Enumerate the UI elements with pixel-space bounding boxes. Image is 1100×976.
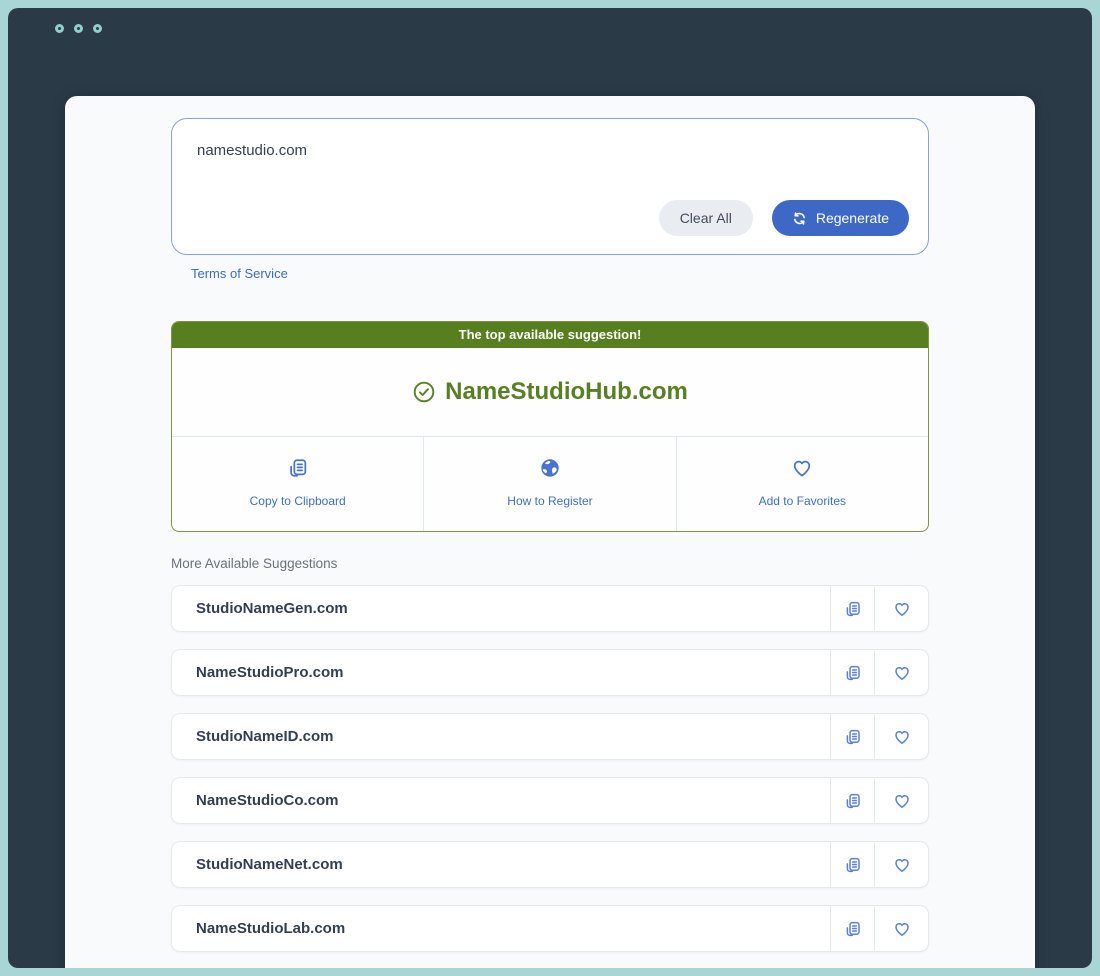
row-favorite-button[interactable] [874, 778, 928, 823]
add-to-favorites-label: Add to Favorites [677, 494, 928, 508]
how-to-register-label: How to Register [424, 494, 675, 508]
copy-icon [287, 457, 309, 479]
suggestion-row: StudioNameID.com [171, 713, 929, 760]
terms-of-service-link[interactable]: Terms of Service [191, 266, 288, 281]
window-dot-icon[interactable] [93, 24, 102, 33]
row-copy-button[interactable] [830, 778, 874, 823]
add-to-favorites-button[interactable]: Add to Favorites [676, 437, 928, 531]
heart-icon [893, 792, 911, 810]
main-card: namestudio.com Clear All Regenerat [65, 96, 1035, 968]
suggestion-row: NameStudioPro.com [171, 649, 929, 696]
regenerate-label: Regenerate [816, 210, 889, 226]
copy-to-clipboard-button[interactable]: Copy to Clipboard [172, 437, 423, 531]
top-suggestion-actions: Copy to Clipboard How to Register [172, 436, 928, 531]
heart-icon [893, 920, 911, 938]
row-favorite-button[interactable] [874, 586, 928, 631]
domain-input-box[interactable]: namestudio.com Clear All Regenerat [171, 118, 929, 255]
copy-icon [844, 920, 862, 938]
copy-to-clipboard-label: Copy to Clipboard [172, 494, 423, 508]
globe-icon [539, 457, 561, 479]
row-favorite-button[interactable] [874, 906, 928, 951]
top-suggestion-domain-text: NameStudioHub.com [445, 378, 688, 406]
copy-icon [844, 664, 862, 682]
copy-icon [844, 856, 862, 874]
row-favorite-button[interactable] [874, 842, 928, 887]
suggestion-row: NameStudioLab.com [171, 905, 929, 952]
app-window: namestudio.com Clear All Regenerat [8, 8, 1092, 968]
copy-icon [844, 600, 862, 618]
clear-all-button[interactable]: Clear All [659, 200, 753, 236]
row-copy-button[interactable] [830, 842, 874, 887]
refresh-icon [792, 211, 807, 226]
heart-icon [893, 856, 911, 874]
more-suggestions-heading: More Available Suggestions [171, 556, 929, 571]
window-dot-icon[interactable] [74, 24, 83, 33]
how-to-register-button[interactable]: How to Register [423, 437, 675, 531]
top-suggestion-banner: The top available suggestion! [172, 322, 928, 348]
suggestion-domain: NameStudioCo.com [172, 778, 830, 823]
top-suggestion-domain: NameStudioHub.com [172, 348, 928, 436]
regenerate-button[interactable]: Regenerate [772, 200, 909, 236]
heart-icon [893, 728, 911, 746]
window-dot-icon[interactable] [55, 24, 64, 33]
heart-icon [893, 664, 911, 682]
domain-input-value[interactable]: namestudio.com [197, 142, 307, 159]
suggestion-row: NameStudioCo.com [171, 777, 929, 824]
row-favorite-button[interactable] [874, 650, 928, 695]
heart-icon [893, 600, 911, 618]
suggestion-domain: NameStudioLab.com [172, 906, 830, 951]
row-copy-button[interactable] [830, 650, 874, 695]
heart-icon [791, 457, 813, 479]
suggestion-domain: NameStudioPro.com [172, 650, 830, 695]
suggestion-domain: StudioNameGen.com [172, 586, 830, 631]
copy-icon [844, 728, 862, 746]
suggestion-row: StudioNameNet.com [171, 841, 929, 888]
suggestion-domain: StudioNameID.com [172, 714, 830, 759]
top-suggestion-card: The top available suggestion! NameStudio… [171, 321, 929, 532]
row-copy-button[interactable] [830, 586, 874, 631]
row-copy-button[interactable] [830, 714, 874, 759]
window-controls [55, 24, 102, 33]
suggestion-row: StudioNameGen.com [171, 585, 929, 632]
row-favorite-button[interactable] [874, 714, 928, 759]
suggestion-domain: StudioNameNet.com [172, 842, 830, 887]
copy-icon [844, 792, 862, 810]
row-copy-button[interactable] [830, 906, 874, 951]
suggestions-list: StudioNameGen.com [171, 585, 929, 968]
check-circle-icon [412, 380, 436, 404]
